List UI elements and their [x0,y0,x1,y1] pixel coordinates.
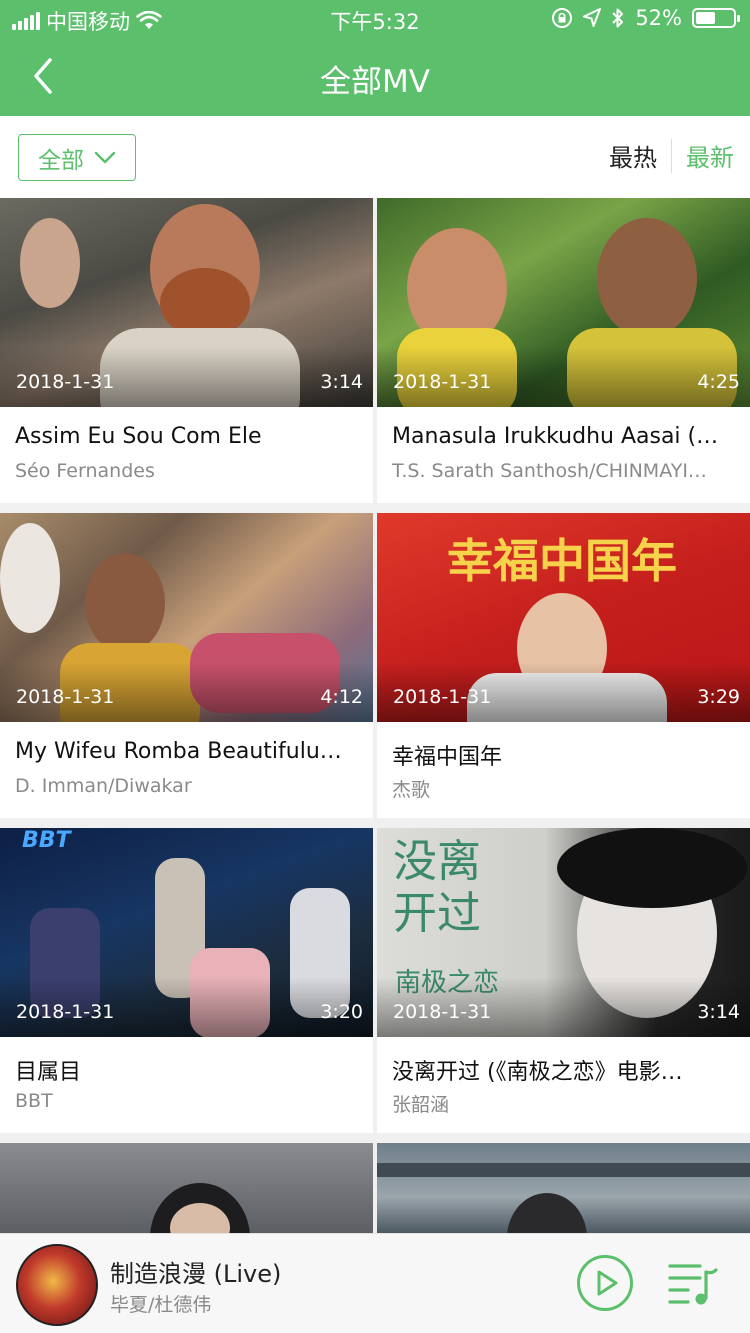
mv-title: Assim Eu Sou Com Ele [15,424,262,449]
category-dropdown[interactable]: 全部 [18,134,136,181]
mv-card[interactable]: 2018-1-31 3:14 Assim Eu Sou Com Ele Séo … [0,198,373,503]
mv-thumbnail: 幸福中国年 2018-1-31 3:29 [377,513,750,722]
play-circle-icon[interactable] [576,1254,634,1312]
status-right: 52% [551,6,740,30]
album-cover[interactable] [16,1244,98,1326]
sort-hot-button[interactable]: 最热 [609,138,671,173]
sort-divider [671,138,672,173]
nav-bar: 全部MV [0,38,750,116]
page-title: 全部MV [320,64,430,100]
battery-icon [692,8,740,28]
mv-date: 2018-1-31 [393,1001,492,1023]
mv-thumbnail: 2018-1-31 3:14 [0,198,373,407]
mv-date: 2018-1-31 [16,1001,115,1023]
mv-duration: 3:20 [320,1001,363,1023]
chevron-down-icon [94,151,116,163]
mv-card[interactable]: BBT 2018-1-31 3:20 目属目 BBT [0,828,373,1133]
mv-date: 2018-1-31 [16,371,115,393]
thumb-logo-text: BBT [22,828,71,853]
mv-thumbnail [0,1143,373,1233]
mv-artist: T.S. Sarath Santhosh/CHINMAYI… [392,460,707,482]
mv-title: Manasula Irukkudhu Aasai (… [392,424,719,449]
mv-duration: 3:29 [697,686,740,708]
mv-duration: 4:25 [697,371,740,393]
mv-thumbnail [377,1143,750,1233]
filter-bar: 全部 最热 最新 [0,116,750,198]
orientation-lock-icon [552,8,573,28]
battery-percent: 52% [635,6,682,30]
mv-title: My Wifeu Romba Beautifulu… [15,739,342,764]
mv-duration: 3:14 [320,371,363,393]
location-icon [583,8,602,27]
mv-thumbnail: BBT 2018-1-31 3:20 [0,828,373,1037]
status-bar: 中国移动 下午5:32 52% [0,0,750,38]
mv-date: 2018-1-31 [16,686,115,708]
mv-artist: 杰歌 [392,779,431,801]
mv-artist: BBT [15,1090,53,1112]
mv-artist: Séo Fernandes [15,460,155,482]
mv-title: 幸福中国年 [392,745,503,770]
thumb-poster-title: 没离开过 [393,836,481,939]
mv-date: 2018-1-31 [393,686,492,708]
sort-new-button[interactable]: 最新 [686,138,734,173]
mv-date: 2018-1-31 [393,371,492,393]
sort-toggle: 最热 最新 [609,138,734,173]
mv-card[interactable]: 2018-1-31 4:12 My Wifeu Romba Beautifulu… [0,513,373,818]
mv-thumbnail: 2018-1-31 4:12 [0,513,373,722]
now-playing-artist: 毕夏/杜德伟 [110,1294,212,1316]
playlist-icon[interactable] [668,1258,718,1308]
mv-title: 目属目 [15,1060,82,1085]
now-playing-title: 制造浪漫 (Live) [110,1260,282,1288]
mv-artist: D. Imman/Diwakar [15,775,192,797]
mv-card[interactable]: 2018-1-31 4:25 Manasula Irukkudhu Aasai … [377,198,750,503]
mini-player: 制造浪漫 (Live) 毕夏/杜德伟 [0,1233,750,1333]
category-dropdown-label: 全部 [38,147,84,174]
mv-title: 没离开过 (《南极之恋》电影… [392,1060,683,1085]
mv-card[interactable]: 没离开过 南极之恋 2018-1-31 3:14 没离开过 (《南极之恋》电影…… [377,828,750,1133]
mv-artist: 张韶涵 [392,1094,450,1116]
mv-thumbnail: 没离开过 南极之恋 2018-1-31 3:14 [377,828,750,1037]
mv-duration: 4:12 [320,686,363,708]
mv-thumbnail: 2018-1-31 4:25 [377,198,750,407]
thumb-banner-text: 幸福中国年 [447,534,677,588]
mv-card[interactable]: 幸福中国年 2018-1-31 3:29 幸福中国年 杰歌 [377,513,750,818]
bluetooth-icon [612,8,624,28]
mv-duration: 3:14 [697,1001,740,1023]
top-bar: 中国移动 下午5:32 52% 全部MV [0,0,750,116]
